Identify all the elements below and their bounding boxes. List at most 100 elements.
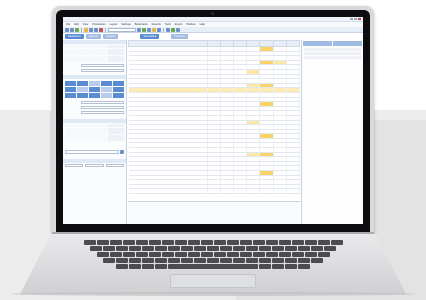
calendar-day[interactable] [116,59,124,62]
scheduler-cell[interactable] [77,87,88,92]
menu-item[interactable]: Reports [152,23,161,26]
option-input[interactable] [81,106,124,109]
new-icon[interactable] [65,27,69,32]
calendar-day[interactable] [99,138,107,141]
tab-scheduling[interactable]: Scheduling [140,34,160,39]
calendar-day[interactable] [90,59,99,62]
tab-dashboard[interactable]: Dashboard [65,34,84,39]
open-icon[interactable] [70,27,74,32]
scheduler-cell[interactable] [101,87,112,92]
key [200,240,213,245]
key [304,240,317,245]
key [239,252,252,257]
screen: File Edit View Procedures Layout Settings Book… [63,17,363,224]
mini-calendar[interactable] [63,44,126,63]
key [168,258,180,263]
chart-icon[interactable] [152,27,156,32]
settings-icon[interactable] [157,27,161,32]
summary-field[interactable] [65,164,84,167]
menu-item[interactable]: Bookmarks [135,23,148,26]
search-icon[interactable] [137,27,141,32]
scheduler-cell[interactable] [77,93,88,98]
menu-item[interactable]: Edit [74,23,78,26]
detail-line [304,56,361,59]
calendar-day[interactable] [107,59,116,62]
calendar-day[interactable] [116,138,124,141]
calendar-day[interactable] [82,138,90,141]
calendar-day[interactable] [107,138,116,141]
key [148,252,161,257]
key [298,246,310,251]
scheduler-cell[interactable] [65,81,76,86]
filter-input[interactable] [81,64,124,67]
menu-item[interactable]: Settings [121,23,130,26]
table-row[interactable] [128,188,301,194]
key [116,246,128,251]
option-input[interactable] [81,101,124,104]
key [109,252,122,257]
menu-item[interactable]: Layout [110,23,118,26]
scheduler-cell[interactable] [89,93,100,98]
import-icon[interactable] [171,27,175,32]
scheduler-grid[interactable] [63,79,126,100]
scheduler-cell[interactable] [77,81,88,86]
scheduler-cell[interactable] [89,87,100,92]
search-icon[interactable] [120,150,124,154]
calendar-day[interactable] [65,138,73,141]
menu-item[interactable]: View [83,23,89,26]
delete-icon[interactable] [99,27,103,32]
paste-icon[interactable] [94,27,98,32]
key [129,246,141,251]
print-icon[interactable] [84,27,88,32]
touchpad [170,274,256,288]
tab-favorites[interactable]: Favorites [171,34,188,39]
copy-icon[interactable] [89,27,93,32]
scheduler-cell[interactable] [101,81,112,86]
calendar-day[interactable] [73,59,82,62]
key [103,246,115,251]
export-icon[interactable] [166,27,170,32]
calendar-day[interactable] [90,138,99,141]
data-table [128,40,301,194]
scheduler-cell[interactable] [65,87,76,92]
filter-icon[interactable] [147,27,151,32]
spacebar [168,264,258,269]
menu-item[interactable]: Window [186,23,195,26]
key [174,252,187,257]
search-field[interactable] [108,27,136,32]
window-controls[interactable] [350,18,361,20]
option-input[interactable] [81,111,124,114]
tab-analysis[interactable]: Analysis [102,34,119,39]
menu-item[interactable]: Procedures [92,23,105,26]
summary-field[interactable] [85,164,104,167]
scheduler-cell[interactable] [65,93,76,98]
scheduler-cell[interactable] [113,93,124,98]
calendar-day[interactable] [65,59,73,62]
save-icon[interactable] [75,27,79,32]
calendar-day[interactable] [73,138,82,141]
left-navigation-pane [63,40,127,224]
left-search-input[interactable] [65,150,119,154]
refresh-icon[interactable] [142,27,146,32]
summary-field[interactable] [105,164,124,167]
menu-item[interactable]: Tools [165,23,171,26]
key [285,246,297,251]
filter-row [63,68,126,73]
tab-reports[interactable]: Reports [85,34,101,39]
scheduler-cell[interactable] [101,93,112,98]
details-tabs [302,40,363,47]
calendar-day[interactable] [99,59,107,62]
scheduler-cell[interactable] [113,81,124,86]
menu-item[interactable]: Export [175,23,183,26]
details-tab[interactable] [333,41,362,46]
mini-calendar[interactable] [63,123,126,142]
scheduler-cell[interactable] [89,81,100,86]
calendar-day[interactable] [82,59,90,62]
details-tab[interactable] [303,41,332,46]
menu-item[interactable]: File [66,23,70,26]
key [122,252,135,257]
menu-item[interactable]: Help [200,23,205,26]
filter-input[interactable] [81,69,124,72]
help-icon[interactable] [176,27,180,32]
scheduler-cell[interactable] [113,87,124,92]
